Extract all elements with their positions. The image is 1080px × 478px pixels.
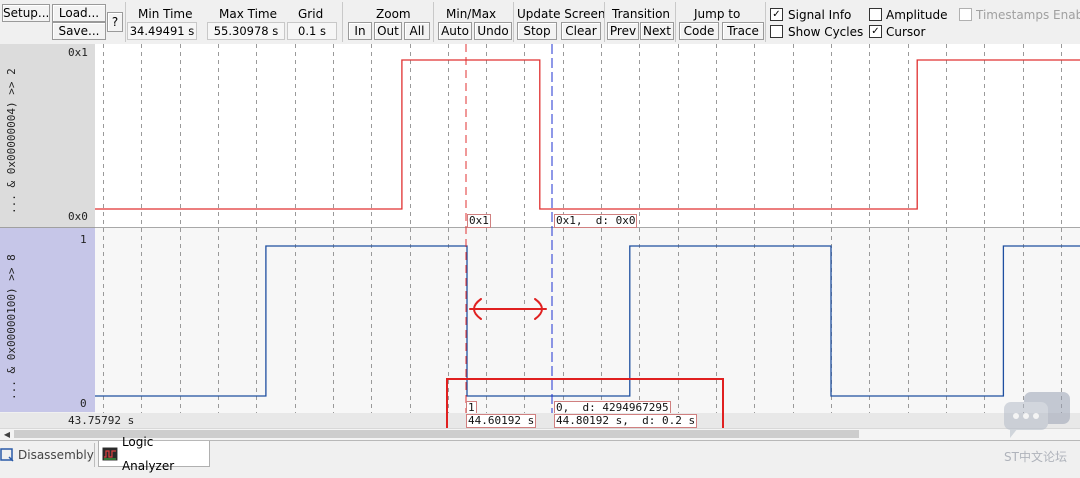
max-time-value: 55.30978 s (207, 22, 285, 40)
signal-info-checkbox[interactable]: ✓ (770, 8, 783, 21)
signal-min-label: 0 (80, 397, 87, 410)
signal-name: ... & 0x00000004) >> 2 (5, 68, 18, 214)
zoom-all-button[interactable]: All (404, 22, 430, 40)
code-button[interactable]: Code (679, 22, 719, 40)
current-value-signal-1: 0x1, d: 0x0 (554, 214, 638, 228)
separator (342, 2, 343, 42)
separator (675, 2, 676, 42)
timestamps-checkbox[interactable] (959, 8, 972, 21)
separator (125, 2, 126, 42)
stop-button[interactable]: Stop (517, 22, 557, 40)
update-screen-label: Update Screen (517, 7, 606, 21)
signal-label-panel-1[interactable]: ... & 0x00000004) >> 2 0x1 0x0 (0, 44, 95, 228)
scroll-left-arrow-icon[interactable]: ◀ (2, 430, 12, 439)
toolbar: Setup... Load... Save... ? Min Time 34.4… (0, 0, 1080, 45)
chat-bubble-icon (1004, 392, 1070, 438)
tab-logic-analyzer[interactable]: Logic Analyzer (98, 435, 210, 473)
signal-max-label: 0x1 (68, 46, 88, 59)
separator (765, 2, 766, 42)
logic-analyzer-icon (102, 447, 118, 460)
separator (513, 2, 514, 42)
signal-min-label: 0x0 (68, 210, 88, 223)
undo-button[interactable]: Undo (474, 22, 512, 40)
min-time-value: 34.49491 s (127, 22, 197, 40)
separator (433, 2, 434, 42)
clear-button[interactable]: Clear (561, 22, 601, 40)
auto-button[interactable]: Auto (438, 22, 472, 40)
max-time-label: Max Time (219, 7, 277, 21)
show-cycles-label: Show Cycles (788, 25, 864, 39)
left-time-label: 43.75792 s (68, 414, 135, 427)
zoom-out-button[interactable]: Out (374, 22, 402, 40)
minmax-label: Min/Max (446, 7, 497, 21)
prev-button[interactable]: Prev (607, 22, 639, 40)
jump-to-label: Jump to (694, 7, 741, 21)
zoom-in-button[interactable]: In (348, 22, 372, 40)
setup-button[interactable]: Setup... (2, 4, 50, 22)
tab-disassembly[interactable]: Disassembly (0, 443, 95, 467)
timestamps-label: Timestamps Enable (976, 8, 1080, 22)
amplitude-checkbox[interactable] (869, 8, 882, 21)
load-button[interactable]: Load... (52, 4, 106, 22)
cursor-value-signal-1: 0x1 (467, 214, 491, 228)
grid-label: Grid (298, 7, 324, 21)
separator (604, 2, 605, 42)
transition-label: Transition (612, 7, 671, 21)
signal-label-panel-2[interactable]: ... & 0x00000100) >> 8 1 0 (0, 228, 95, 412)
watermark-text: ST中文论坛 (1004, 450, 1067, 464)
disassembly-icon (0, 448, 14, 462)
save-button[interactable]: Save... (52, 22, 106, 40)
trace-button[interactable]: Trace (722, 22, 764, 40)
grid-value: 0.1 s (287, 22, 337, 40)
tab-label: Logic Analyzer (121, 434, 175, 473)
min-time-label: Min Time (138, 7, 193, 21)
cursor-label: Cursor (886, 25, 926, 39)
waveform-area[interactable] (95, 44, 1080, 414)
zoom-label: Zoom (376, 7, 411, 21)
watermark: ST中文论坛 (1000, 388, 1078, 468)
signal-max-label: 1 (80, 233, 87, 246)
signal-info-label: Signal Info (788, 8, 852, 22)
amplitude-label: Amplitude (886, 8, 948, 22)
next-button[interactable]: Next (640, 22, 674, 40)
help-button[interactable]: ? (107, 12, 123, 32)
cursor-checkbox[interactable]: ✓ (869, 25, 882, 38)
show-cycles-checkbox[interactable] (770, 25, 783, 38)
tab-label: Disassembly (18, 448, 94, 462)
signal-name: ... & 0x00000100) >> 8 (5, 254, 18, 400)
